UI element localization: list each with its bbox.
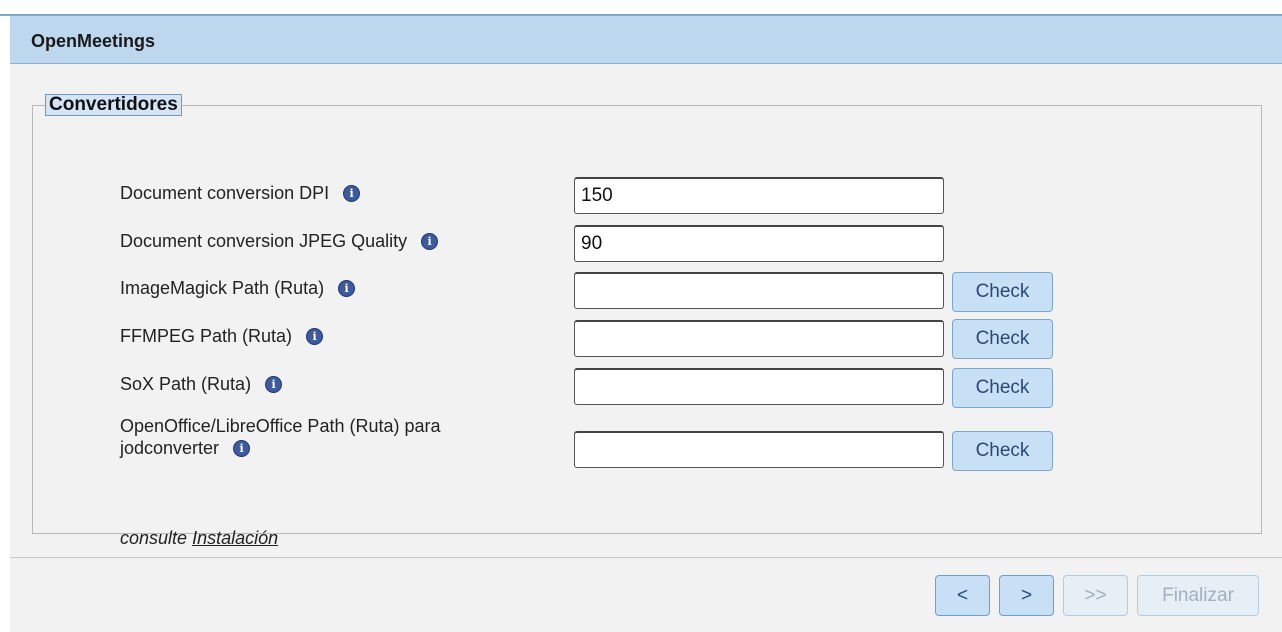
ffmpeg-path-input[interactable] bbox=[574, 320, 944, 357]
ffmpeg-label-row: FFMPEG Path (Ruta) i bbox=[120, 325, 324, 347]
info-icon[interactable]: i bbox=[343, 185, 361, 202]
imagemagick-path-input[interactable] bbox=[574, 272, 944, 309]
section-legend: Convertidores bbox=[45, 94, 182, 116]
help-prefix: consulte bbox=[120, 528, 188, 548]
imagemagick-label-row: ImageMagick Path (Ruta) i bbox=[120, 277, 356, 299]
app-header: OpenMeetings bbox=[10, 16, 1282, 64]
app-title: OpenMeetings bbox=[31, 31, 156, 51]
imagemagick-label: ImageMagick Path (Ruta) bbox=[120, 278, 325, 298]
sox-label: SoX Path (Ruta) bbox=[120, 374, 252, 394]
dpi-label: Document conversion DPI bbox=[120, 183, 330, 203]
openoffice-path-input[interactable] bbox=[574, 431, 944, 468]
ffmpeg-label: FFMPEG Path (Ruta) bbox=[120, 326, 293, 346]
prev-button[interactable]: < bbox=[935, 575, 990, 616]
jpeg-quality-label: Document conversion JPEG Quality bbox=[120, 231, 408, 251]
imagemagick-check-button[interactable]: Check bbox=[952, 272, 1053, 312]
sox-path-input[interactable] bbox=[574, 368, 944, 405]
next-button[interactable]: > bbox=[999, 575, 1054, 616]
last-button[interactable]: >> bbox=[1063, 575, 1128, 616]
wizard-footer: < > >> Finalizar bbox=[10, 557, 1282, 632]
sox-check-button[interactable]: Check bbox=[952, 368, 1053, 408]
info-icon[interactable]: i bbox=[421, 233, 439, 250]
jpeg-quality-label-row: Document conversion JPEG Quality i bbox=[120, 230, 439, 252]
openoffice-label-line1: OpenOffice/LibreOffice Path (Ruta) para bbox=[120, 416, 441, 436]
help-line: consulte Instalación bbox=[120, 528, 278, 549]
sox-label-row: SoX Path (Ruta) i bbox=[120, 373, 283, 395]
openoffice-label-row: OpenOffice/LibreOffice Path (Ruta) para … bbox=[120, 415, 441, 459]
dpi-input[interactable] bbox=[574, 177, 944, 214]
info-icon[interactable]: i bbox=[338, 280, 356, 297]
info-icon[interactable]: i bbox=[265, 376, 283, 393]
dpi-label-row: Document conversion DPI i bbox=[120, 182, 361, 204]
converters-fieldset: Convertidores Document conversion DPI i D… bbox=[32, 94, 1262, 548]
jpeg-quality-input[interactable] bbox=[574, 225, 944, 262]
finish-button[interactable]: Finalizar bbox=[1137, 575, 1259, 616]
installation-link[interactable]: Instalación bbox=[192, 528, 278, 548]
main-content: Convertidores Document conversion DPI i D… bbox=[10, 64, 1282, 557]
openoffice-label-line2: jodconverter bbox=[120, 438, 220, 458]
info-icon[interactable]: i bbox=[233, 440, 251, 457]
openoffice-check-button[interactable]: Check bbox=[952, 431, 1053, 471]
info-icon[interactable]: i bbox=[306, 328, 324, 345]
ffmpeg-check-button[interactable]: Check bbox=[952, 319, 1053, 359]
